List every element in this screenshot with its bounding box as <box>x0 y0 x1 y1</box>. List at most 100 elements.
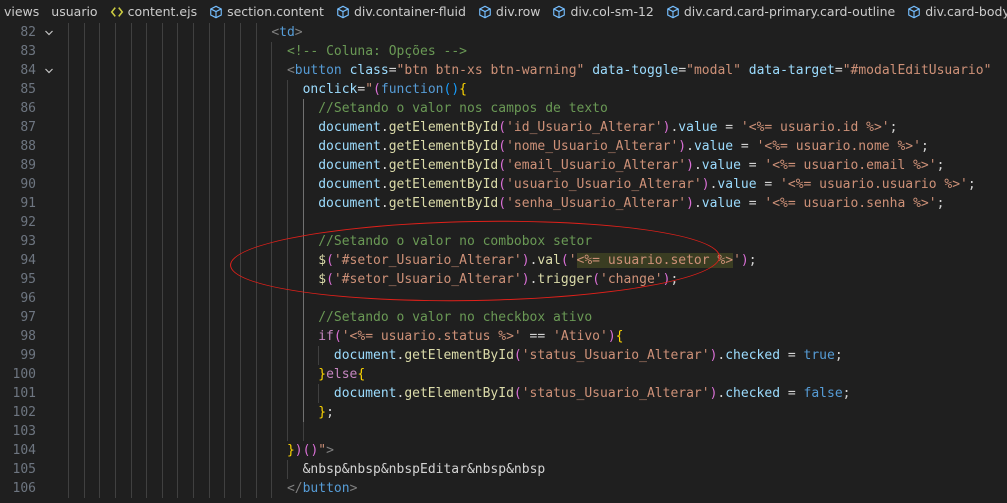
indent-guide <box>146 327 148 346</box>
code-token: $ <box>318 253 327 268</box>
code-token: . <box>380 120 389 135</box>
indent-guide <box>83 384 85 403</box>
indent-guide <box>161 479 163 498</box>
indent-guide <box>130 99 132 118</box>
indent-guide <box>99 441 101 460</box>
code-token: . <box>686 139 694 154</box>
code-line[interactable]: 102}; <box>0 403 1007 422</box>
code-line[interactable]: 103 <box>0 422 1007 441</box>
indent-guide <box>271 232 273 251</box>
indent-guide <box>177 441 179 460</box>
indent-guide <box>240 346 242 365</box>
code-line[interactable]: 104})()"> <box>0 441 1007 460</box>
indent-guide <box>286 327 288 346</box>
indent-guide <box>193 422 195 441</box>
indent-guide <box>224 251 226 270</box>
breadcrumb-item[interactable]: usuario <box>51 4 97 19</box>
indent-guide <box>240 194 242 213</box>
breadcrumb-item[interactable]: div.card.card-primary.card-outline <box>666 4 895 19</box>
code-token: { <box>357 367 366 382</box>
code-line[interactable]: 90 document.getElementById('usuario_Usuar… <box>0 175 1007 194</box>
indent-guide <box>146 308 148 327</box>
indent-guide <box>286 213 288 232</box>
code-token: getElementById <box>388 158 499 173</box>
indent-guide <box>114 479 116 498</box>
code-line[interactable]: 91 document.getElementById('senha_Usuario… <box>0 194 1007 213</box>
breadcrumb-item[interactable]: div.card-body <box>907 4 1007 19</box>
indent-guide <box>146 23 148 42</box>
indent-guide <box>255 194 257 213</box>
code-line[interactable]: 100}else{ <box>0 365 1007 384</box>
breadcrumb-item[interactable]: div.col-sm-12 <box>552 4 654 19</box>
code-line[interactable]: 96 <box>0 289 1007 308</box>
indent-guide <box>302 99 304 118</box>
code-line[interactable]: 94 $('#setor_Usuario_Alterar').val('<%= u… <box>0 251 1007 270</box>
code-token: } <box>318 367 327 382</box>
indent-guide <box>286 156 288 175</box>
indent-guide <box>130 327 132 346</box>
fold-chevron-down-icon[interactable] <box>43 65 55 77</box>
code-token: ; <box>889 120 898 135</box>
code-text: })()"> <box>287 441 334 460</box>
breadcrumb-label: div.container-fluid <box>353 4 466 19</box>
indent-guide <box>255 156 257 175</box>
indent-guide <box>114 346 116 365</box>
code-token: onclick <box>302 82 358 97</box>
fold-toggle[interactable] <box>42 23 56 42</box>
code-editor[interactable]: 82 <td> 83 <!-- Coluna: Opções --> 84 <button… <box>0 23 1007 503</box>
indent-guide <box>193 289 195 308</box>
indent-guide <box>99 365 101 384</box>
breadcrumb-item[interactable]: div.row <box>478 4 540 19</box>
indent-guide <box>68 384 69 403</box>
breadcrumb-item[interactable]: section.content <box>209 4 324 19</box>
code-line[interactable]: 97 //Setando o valor no checkbox ativo <box>0 308 1007 327</box>
line-number: 90 <box>20 177 36 192</box>
indent-guide <box>271 308 273 327</box>
code-line[interactable]: 99 document.getElementById('status_Usuari… <box>0 346 1007 365</box>
indent-guide <box>99 251 101 270</box>
indent-guide <box>83 251 85 270</box>
indent-guide <box>302 346 304 365</box>
code-token: document <box>318 139 381 154</box>
code-line[interactable]: 83 <!-- Coluna: Opções --> <box>0 42 1007 61</box>
indent-guide <box>286 175 288 194</box>
code-line[interactable]: 84 <button class="btn btn-xs btn-warning"… <box>0 61 1007 80</box>
code-line[interactable]: 86 //Setando o valor nos campos de texto <box>0 99 1007 118</box>
indent-guide <box>83 422 85 441</box>
indent-guide <box>99 175 101 194</box>
code-token: < <box>271 25 280 40</box>
fold-toggle[interactable] <box>42 61 56 80</box>
code-line[interactable]: 92 <box>0 213 1007 232</box>
code-token: 'usuario_Usuario_Alterar' <box>506 177 702 192</box>
indent-guide <box>114 384 116 403</box>
breadcrumb-item[interactable]: views <box>4 4 39 19</box>
code-line[interactable]: 105 &nbsp&nbsp&nbspEditar&nbsp&nbsp <box>0 460 1007 479</box>
fold-chevron-down-icon[interactable] <box>43 27 55 39</box>
code-line[interactable]: 101 document.getElementById('status_Usuar… <box>0 384 1007 403</box>
line-number: 106 <box>12 481 36 496</box>
indent-guide <box>130 270 132 289</box>
code-line[interactable]: 82 <td> <box>0 23 1007 42</box>
code-token: . <box>693 158 702 173</box>
code-line[interactable]: 89 document.getElementById('email_Usuario… <box>0 156 1007 175</box>
code-line[interactable]: 87 document.getElementById('id_Usuario_Al… <box>0 118 1007 137</box>
breadcrumb-item[interactable]: content.ejs <box>110 4 197 19</box>
breadcrumb-item[interactable]: div.container-fluid <box>336 4 466 19</box>
code-line[interactable]: 88 document.getElementById('nome_Usuario_… <box>0 137 1007 156</box>
indent-guide <box>193 99 195 118</box>
indent-guide <box>286 384 288 403</box>
indent-guide <box>83 289 85 308</box>
code-token: 'senha_Usuario_Alterar' <box>506 196 687 211</box>
line-number: 87 <box>20 120 36 135</box>
code-line[interactable]: 85 onclick="(function(){ <box>0 80 1007 99</box>
code-line[interactable]: 98 if('<%= usuario.status %>' == 'Ativo')… <box>0 327 1007 346</box>
code-line[interactable]: 93 //Setando o valor no combobox setor <box>0 232 1007 251</box>
indent-guide <box>83 403 85 422</box>
code-line[interactable]: 106 </button> <box>0 479 1007 498</box>
code-line[interactable]: 95 $('#setor_Usuario_Alterar').trigger('c… <box>0 270 1007 289</box>
indent-guide <box>271 460 273 479</box>
indent-guide <box>286 270 288 289</box>
indent-guide <box>161 346 163 365</box>
code-token: ' <box>733 253 741 268</box>
indent-guide <box>68 441 69 460</box>
